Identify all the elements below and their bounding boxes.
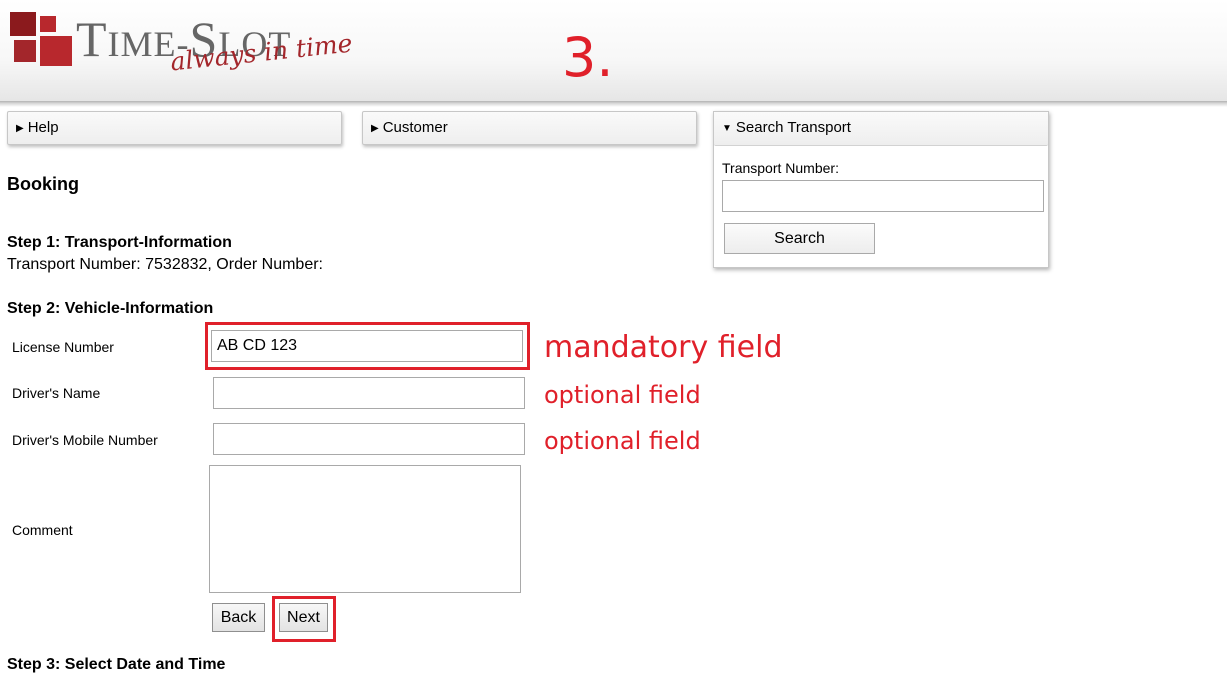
- page-title: Booking: [7, 174, 79, 194]
- driver-mobile-optional-note: optional field: [544, 427, 701, 455]
- step-marker: 3.: [562, 26, 614, 89]
- search-button[interactable]: Search: [724, 223, 875, 254]
- step1-heading: Step 1: Transport-Information: [7, 234, 232, 251]
- driver-mobile-label: Driver's Mobile Number: [12, 432, 158, 448]
- transport-number-input[interactable]: [722, 180, 1044, 212]
- next-button[interactable]: Next: [279, 603, 328, 632]
- app-header: TIME-SLOT always in time 3.: [0, 0, 1227, 101]
- license-number-input[interactable]: AB CD 123: [211, 330, 523, 362]
- help-label: Help: [27, 119, 59, 136]
- license-number-label: License Number: [12, 339, 114, 355]
- header-divider: [0, 101, 1227, 107]
- comment-textarea[interactable]: [209, 465, 521, 593]
- expand-arrow-icon: ▶: [371, 123, 379, 134]
- mandatory-field-note: mandatory field: [544, 330, 783, 365]
- help-panel-toggle[interactable]: ▶ Help: [7, 111, 342, 145]
- step2-heading: Step 2: Vehicle-Information: [7, 300, 214, 317]
- transport-info: Transport Number: 7532832, Order Number:: [7, 256, 323, 273]
- collapse-arrow-icon: ▼: [722, 123, 732, 134]
- transport-number-label: Transport Number:: [722, 160, 839, 176]
- expand-arrow-icon: ▶: [16, 123, 24, 134]
- search-transport-panel: ▼ Search Transport Transport Number: Sear…: [713, 111, 1049, 268]
- logo-icon: [10, 12, 72, 68]
- step3-heading: Step 3: Select Date and Time: [7, 656, 226, 673]
- driver-name-input[interactable]: [213, 377, 525, 409]
- driver-mobile-input[interactable]: [213, 423, 525, 455]
- driver-name-optional-note: optional field: [544, 381, 701, 409]
- back-button[interactable]: Back: [212, 603, 265, 632]
- search-transport-label: Search Transport: [735, 119, 851, 136]
- customer-label: Customer: [382, 119, 448, 136]
- customer-panel-toggle[interactable]: ▶ Customer: [362, 111, 697, 145]
- search-transport-panel-toggle[interactable]: ▼ Search Transport: [714, 112, 1048, 146]
- comment-label: Comment: [12, 522, 73, 538]
- driver-name-label: Driver's Name: [12, 385, 101, 401]
